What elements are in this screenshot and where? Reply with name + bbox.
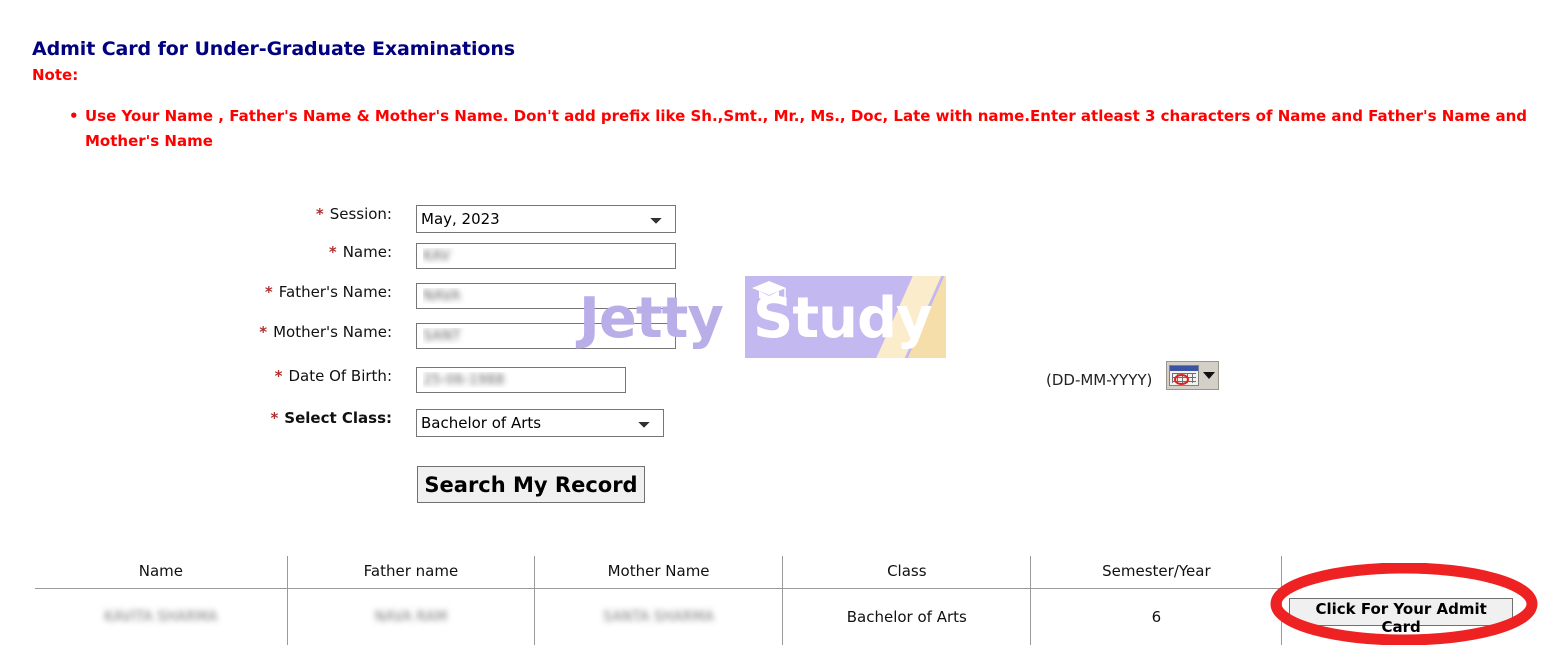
click-for-admit-card-button[interactable]: Click For Your Admit Card <box>1289 597 1514 636</box>
father-name-field-wrap <box>416 283 676 309</box>
column-header-father-name: Father name <box>287 556 536 589</box>
select-class-field-wrap: Bachelor of Arts <box>416 409 664 437</box>
required-asterisk: * <box>264 283 273 301</box>
father-name-label-text: Father's Name: <box>278 283 392 301</box>
required-asterisk: * <box>274 367 283 385</box>
session-field-wrap: May, 2023 <box>416 205 676 233</box>
cell-action: Click For Your Admit Card <box>1282 589 1520 645</box>
form-row-father-name: * Father's Name: <box>0 283 1550 317</box>
dob-field-wrap: (DD-MM-YYYY) <box>416 361 1219 393</box>
chevron-down-icon <box>1203 372 1215 379</box>
results-table: Name Father name Mother Name Class Semes… <box>35 556 1520 645</box>
mother-name-input[interactable] <box>416 323 676 349</box>
cell-class: Bachelor of Arts <box>782 588 1032 645</box>
name-input[interactable] <box>416 243 676 269</box>
form-row-name: * Name: <box>0 243 1550 277</box>
session-select[interactable]: May, 2023 <box>416 205 676 233</box>
admit-card-form: * Session: May, 2023 * Name: * Father's Nam… <box>0 205 1550 443</box>
father-name-input[interactable] <box>416 283 676 309</box>
father-name-label: * Father's Name: <box>0 283 392 301</box>
column-header-action <box>1282 556 1520 589</box>
column-header-class: Class <box>782 556 1032 589</box>
required-asterisk: * <box>315 205 324 223</box>
cell-semester-year: 6 <box>1030 588 1283 645</box>
calendar-icon <box>1169 365 1199 386</box>
column-header-mother-name: Mother Name <box>534 556 784 589</box>
session-label: * Session: <box>0 205 392 223</box>
required-asterisk: * <box>270 409 279 427</box>
session-label-text: Session: <box>329 205 392 223</box>
dob-input[interactable] <box>416 367 626 393</box>
results-table-body: KAVITA SHARMA NAVA RAM SANTA SHARMA Bach… <box>35 588 1520 645</box>
required-asterisk: * <box>328 243 337 261</box>
cell-name: KAVITA SHARMA <box>35 588 288 645</box>
dob-label-text: Date Of Birth: <box>288 367 392 385</box>
form-row-mother-name: * Mother's Name: <box>0 323 1550 357</box>
form-row-session: * Session: May, 2023 <box>0 205 1550 239</box>
select-class-label-text: Select Class: <box>284 409 392 427</box>
table-row: KAVITA SHARMA NAVA RAM SANTA SHARMA Bach… <box>35 588 1520 645</box>
column-header-semester-year: Semester/Year <box>1030 556 1283 589</box>
form-row-select-class: * Select Class: Bachelor of Arts <box>0 409 1550 443</box>
note-item: Use Your Name , Father's Name & Mother's… <box>32 104 1542 154</box>
dob-label: * Date Of Birth: <box>0 367 392 385</box>
name-label-text: Name: <box>342 243 392 261</box>
mother-name-label-text: Mother's Name: <box>273 323 392 341</box>
column-header-name: Name <box>35 556 288 589</box>
mother-name-field-wrap <box>416 323 676 349</box>
form-row-dob: * Date Of Birth: (DD-MM-YYYY) <box>0 361 1550 401</box>
calendar-picker-button[interactable] <box>1166 361 1219 390</box>
search-my-record-button[interactable]: Search My Record <box>417 466 645 503</box>
mother-name-label: * Mother's Name: <box>0 323 392 341</box>
results-table-head: Name Father name Mother Name Class Semes… <box>35 556 1520 589</box>
required-asterisk: * <box>259 323 268 341</box>
note-list: Use Your Name , Father's Name & Mother's… <box>32 104 1542 154</box>
name-label: * Name: <box>0 243 392 261</box>
select-class-dropdown[interactable]: Bachelor of Arts <box>416 409 664 437</box>
table-header-row: Name Father name Mother Name Class Semes… <box>35 556 1520 589</box>
dob-format-hint: (DD-MM-YYYY) <box>1046 371 1153 389</box>
select-class-label: * Select Class: <box>0 409 392 427</box>
cell-father-name: NAVA RAM <box>287 588 536 645</box>
note-label: Note: <box>32 66 79 84</box>
name-field-wrap <box>416 243 676 269</box>
page-title: Admit Card for Under-Graduate Examinatio… <box>32 38 515 60</box>
cell-mother-name: SANTA SHARMA <box>534 588 784 645</box>
